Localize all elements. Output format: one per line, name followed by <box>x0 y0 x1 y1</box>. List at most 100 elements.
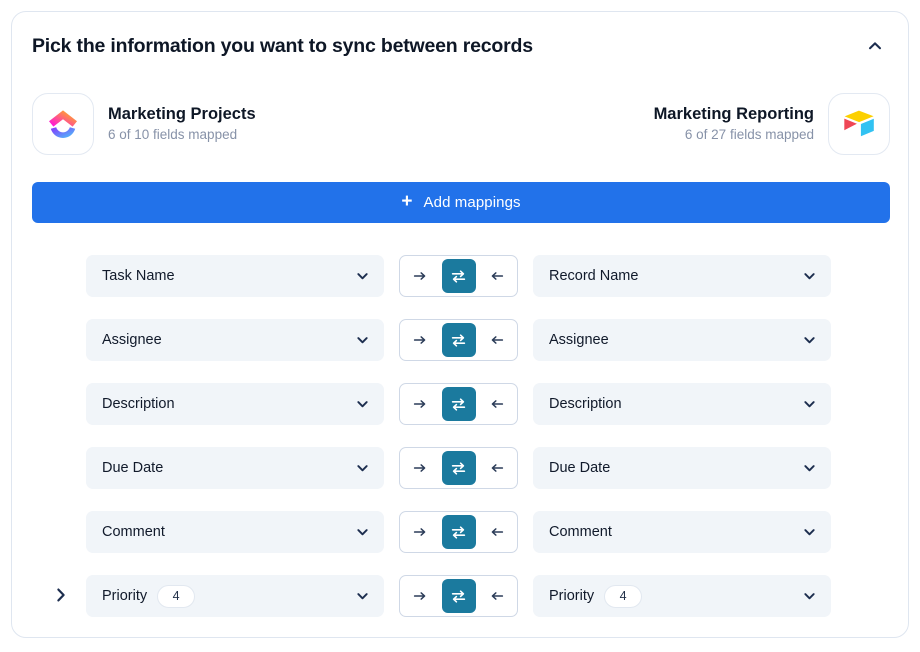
arrow-right-icon <box>412 588 428 604</box>
sync-direction-to-left-button[interactable] <box>480 515 514 549</box>
field-count-badge: 4 <box>157 585 195 608</box>
field-label: Description <box>102 396 175 412</box>
arrow-left-icon <box>489 460 505 476</box>
airtable-logo-icon <box>828 93 890 155</box>
arrow-right-icon <box>412 460 428 476</box>
chevron-down-icon <box>355 333 370 348</box>
arrows-exchange-icon <box>450 524 467 541</box>
arrows-exchange-icon <box>450 460 467 477</box>
sync-direction-two-way-button[interactable] <box>442 259 476 293</box>
collapse-section-button[interactable] <box>860 31 890 61</box>
chevron-up-icon <box>866 37 884 55</box>
target-field-select[interactable]: Comment <box>533 511 831 553</box>
add-mappings-label: Add mappings <box>424 194 521 211</box>
sync-direction-two-way-button[interactable] <box>442 515 476 549</box>
field-label: Assignee <box>102 332 162 348</box>
sync-direction-to-right-button[interactable] <box>403 323 437 357</box>
field-label: Description <box>549 396 622 412</box>
card-header: Pick the information you want to sync be… <box>12 12 909 80</box>
field-label: Record Name <box>549 268 638 284</box>
arrows-exchange-icon <box>450 268 467 285</box>
sync-direction-two-way-button[interactable] <box>442 451 476 485</box>
target-app-fields-mapped: 6 of 27 fields mapped <box>654 125 814 145</box>
sync-direction-to-right-button[interactable] <box>403 259 437 293</box>
sync-direction-to-left-button[interactable] <box>480 387 514 421</box>
sync-direction-toggle-group <box>399 255 518 297</box>
clickup-logo-icon <box>32 93 94 155</box>
source-field-select[interactable]: Assignee <box>86 319 384 361</box>
source-app: Marketing Projects 6 of 10 fields mapped <box>32 93 256 155</box>
chevron-down-icon <box>802 269 817 284</box>
chevron-down-icon <box>355 589 370 604</box>
sync-direction-to-right-button[interactable] <box>403 387 437 421</box>
arrow-left-icon <box>489 524 505 540</box>
sync-direction-to-left-button[interactable] <box>480 259 514 293</box>
chevron-down-icon <box>802 397 817 412</box>
field-mapping-row: Assignee Assignee <box>12 308 909 372</box>
source-field-select[interactable]: Comment <box>86 511 384 553</box>
field-mapping-row: Description Description <box>12 372 909 436</box>
field-label: Due Date <box>102 460 163 476</box>
sync-direction-two-way-button[interactable] <box>442 579 476 613</box>
sync-direction-two-way-button[interactable] <box>442 323 476 357</box>
chevron-down-icon <box>802 461 817 476</box>
connected-apps-row: Marketing Projects 6 of 10 fields mapped… <box>32 92 890 156</box>
arrows-exchange-icon <box>450 588 467 605</box>
chevron-down-icon <box>355 397 370 412</box>
arrow-right-icon <box>412 268 428 284</box>
field-label: Priority <box>102 588 147 604</box>
target-field-select[interactable]: Description <box>533 383 831 425</box>
field-label: Priority <box>549 588 594 604</box>
expand-row-button[interactable] <box>48 583 74 609</box>
sync-direction-toggle-group <box>399 383 518 425</box>
target-app-name: Marketing Reporting <box>654 103 814 125</box>
sync-direction-toggle-group <box>399 511 518 553</box>
target-field-select[interactable]: Priority 4 <box>533 575 831 617</box>
field-label: Due Date <box>549 460 610 476</box>
arrow-right-icon <box>412 396 428 412</box>
chevron-down-icon <box>355 525 370 540</box>
target-field-select[interactable]: Record Name <box>533 255 831 297</box>
field-label: Assignee <box>549 332 609 348</box>
target-field-select[interactable]: Due Date <box>533 447 831 489</box>
field-label: Comment <box>102 524 165 540</box>
arrow-left-icon <box>489 332 505 348</box>
sync-direction-toggle-group <box>399 447 518 489</box>
field-mapping-row: Priority 4 Priority 4 <box>12 564 909 628</box>
arrow-right-icon <box>412 332 428 348</box>
sync-direction-toggle-group <box>399 575 518 617</box>
target-app-meta: Marketing Reporting 6 of 27 fields mappe… <box>654 103 814 145</box>
sync-direction-toggle-group <box>399 319 518 361</box>
sync-direction-to-right-button[interactable] <box>403 451 437 485</box>
arrow-left-icon <box>489 588 505 604</box>
arrows-exchange-icon <box>450 332 467 349</box>
source-field-select[interactable]: Due Date <box>86 447 384 489</box>
sync-direction-two-way-button[interactable] <box>442 387 476 421</box>
add-mappings-button[interactable]: + Add mappings <box>32 182 890 223</box>
sync-direction-to-left-button[interactable] <box>480 323 514 357</box>
sync-direction-to-left-button[interactable] <box>480 451 514 485</box>
source-field-select[interactable]: Priority 4 <box>86 575 384 617</box>
sync-direction-to-left-button[interactable] <box>480 579 514 613</box>
plus-icon: + <box>401 192 412 211</box>
field-mapping-row: Due Date Due Date <box>12 436 909 500</box>
field-mapping-row: Task Name Record Name <box>12 244 909 308</box>
field-count-badge: 4 <box>604 585 642 608</box>
source-app-fields-mapped: 6 of 10 fields mapped <box>108 125 256 145</box>
field-mapping-list: Task Name Record Name Assignee Assignee … <box>12 244 909 628</box>
source-field-select[interactable]: Task Name <box>86 255 384 297</box>
page-title: Pick the information you want to sync be… <box>32 35 533 58</box>
field-label: Task Name <box>102 268 175 284</box>
field-label: Comment <box>549 524 612 540</box>
arrow-left-icon <box>489 396 505 412</box>
chevron-right-icon <box>52 586 70 607</box>
arrow-left-icon <box>489 268 505 284</box>
target-field-select[interactable]: Assignee <box>533 319 831 361</box>
chevron-down-icon <box>355 461 370 476</box>
arrow-right-icon <box>412 524 428 540</box>
sync-direction-to-right-button[interactable] <box>403 515 437 549</box>
sync-direction-to-right-button[interactable] <box>403 579 437 613</box>
source-field-select[interactable]: Description <box>86 383 384 425</box>
target-app: Marketing Reporting 6 of 27 fields mappe… <box>654 93 890 155</box>
chevron-down-icon <box>802 589 817 604</box>
